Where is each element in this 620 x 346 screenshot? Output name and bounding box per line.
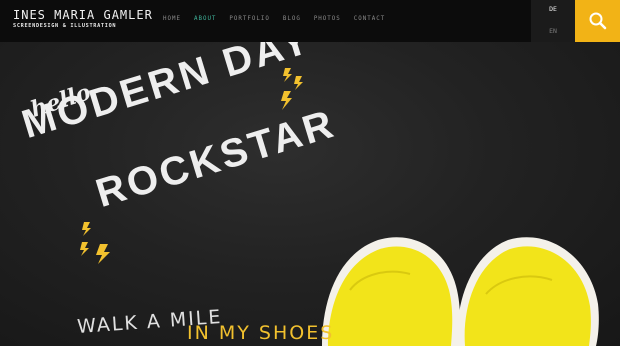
main-nav: HOME ABOUT PORTFOLIO BLOG PHOTOS CONTACT xyxy=(163,16,385,22)
page: INES MARIA GAMLER SCREENDESIGN & ILLUSTR… xyxy=(0,0,620,346)
search-button[interactable] xyxy=(575,0,620,42)
brand-name: INES MARIA GAMLER xyxy=(13,8,153,22)
nav-item-about[interactable]: ABOUT xyxy=(194,16,216,22)
lightning-bolt-icon xyxy=(281,91,292,110)
nav-item-portfolio[interactable]: PORTFOLIO xyxy=(229,16,269,22)
hero-tagline-shoes: IN MY SHOES xyxy=(187,322,335,344)
search-icon xyxy=(589,12,607,30)
language-de[interactable]: DE xyxy=(531,5,575,13)
language-switcher: DE EN xyxy=(531,0,575,42)
lightning-bolt-icon xyxy=(80,222,110,264)
nav-item-home[interactable]: HOME xyxy=(163,16,181,22)
top-bar: INES MARIA GAMLER SCREENDESIGN & ILLUSTR… xyxy=(0,0,620,42)
nav-item-photos[interactable]: PHOTOS xyxy=(314,16,341,22)
brand-logo[interactable]: INES MARIA GAMLER SCREENDESIGN & ILLUSTR… xyxy=(13,8,153,30)
brand-tagline: SCREENDESIGN & ILLUSTRATION xyxy=(13,23,117,29)
nav-item-blog[interactable]: BLOG xyxy=(283,16,301,22)
language-en[interactable]: EN xyxy=(531,27,575,35)
nav-item-contact[interactable]: CONTACT xyxy=(354,16,385,22)
